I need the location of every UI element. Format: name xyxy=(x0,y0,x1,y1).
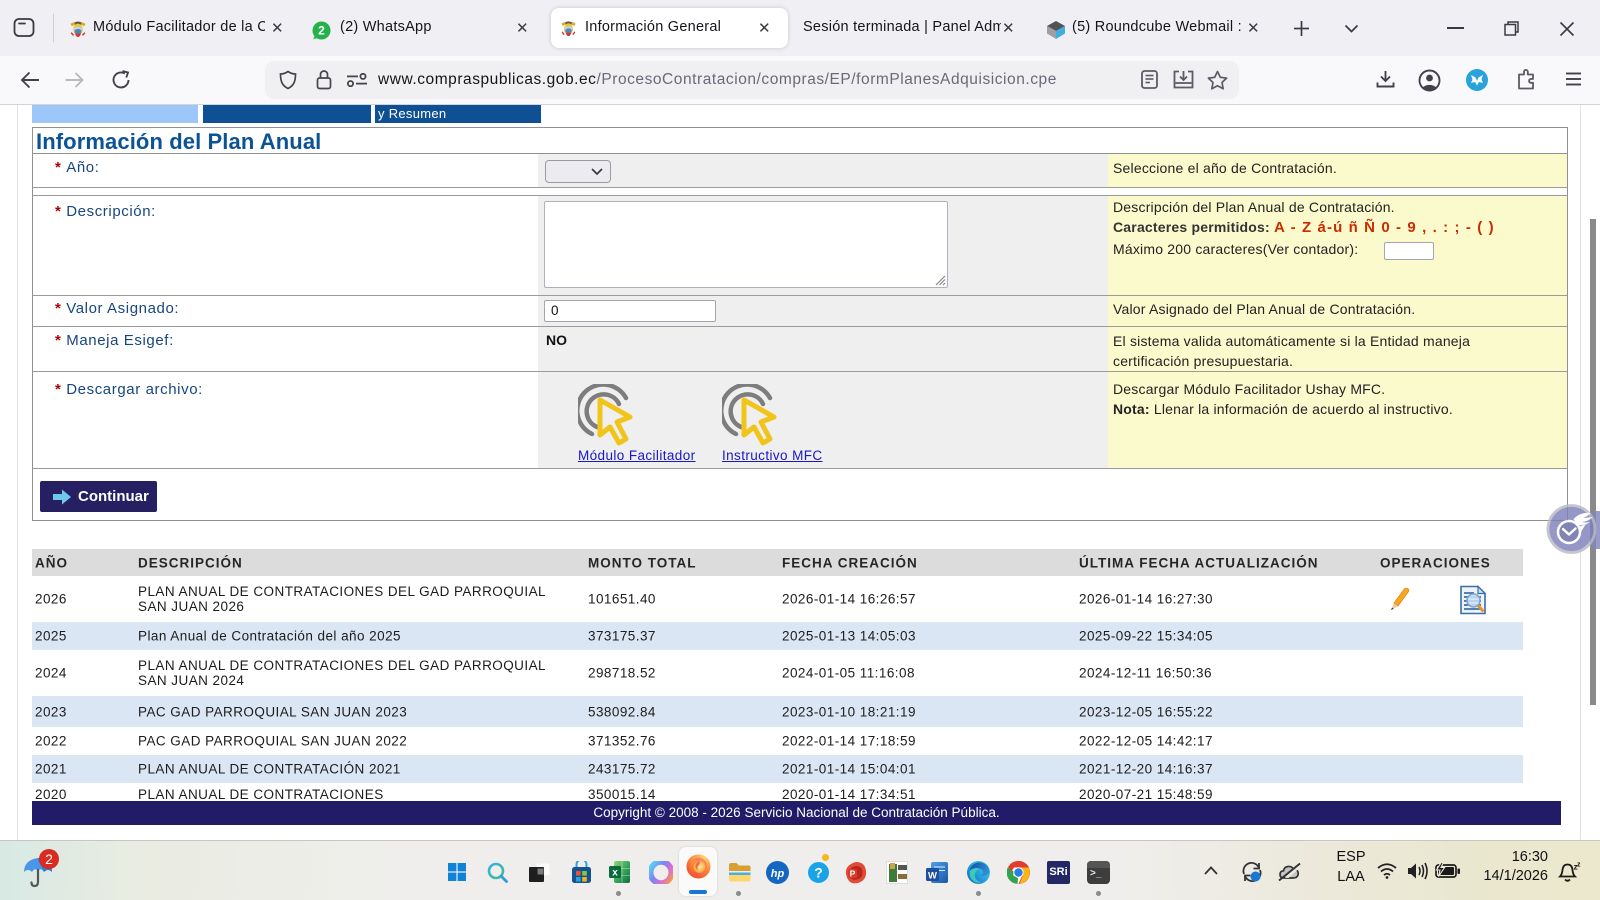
svg-text:z: z xyxy=(1577,862,1581,869)
svg-text:x: x xyxy=(612,868,618,879)
svg-text:?: ? xyxy=(814,865,823,881)
svg-text:hp: hp xyxy=(771,868,785,880)
svg-text:P: P xyxy=(850,868,856,878)
svg-text:2: 2 xyxy=(318,24,325,38)
svg-text:W: W xyxy=(928,870,937,881)
